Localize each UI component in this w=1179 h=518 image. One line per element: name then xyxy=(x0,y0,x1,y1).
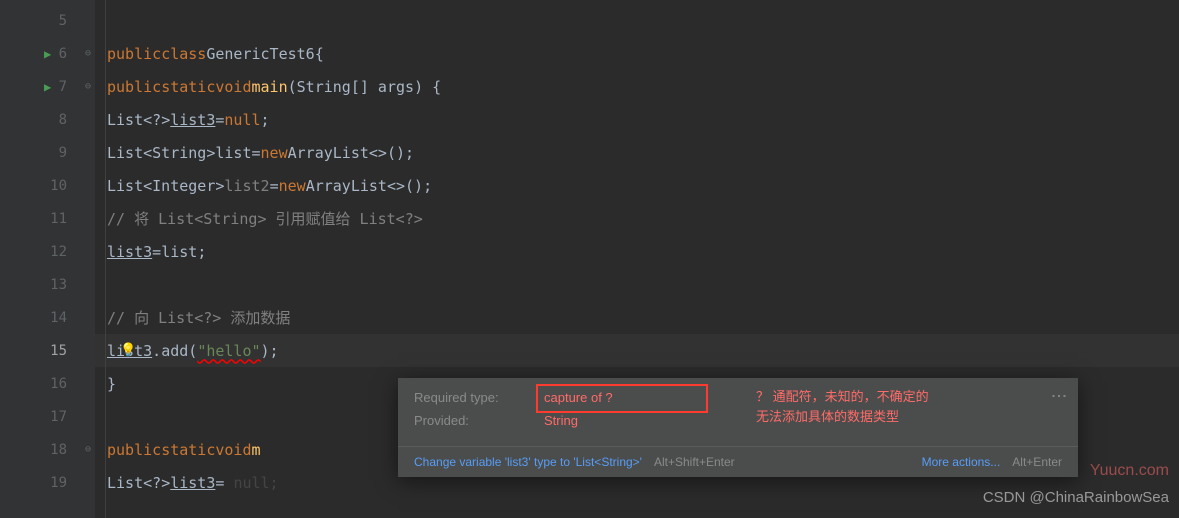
more-actions-link[interactable]: More actions... xyxy=(922,455,1001,469)
line-number: 10 xyxy=(50,178,67,194)
quickfix-link[interactable]: Change variable 'list3' type to 'List<St… xyxy=(414,455,642,469)
annotation-text: ？ 通配符，未知的，不确定的 无法添加具体的数据类型 xyxy=(756,387,929,426)
line-number: 16 xyxy=(50,376,67,392)
gutter-line: 10 xyxy=(0,169,95,202)
gutter-line: ▶ 7 ⊖ xyxy=(0,70,95,103)
code-line[interactable]: // 向 List<?> 添加数据 xyxy=(95,301,1179,334)
line-number: 7 xyxy=(59,79,67,95)
gutter-line: 14 xyxy=(0,301,95,334)
code-line[interactable]: 💡 list3.add("hello"); xyxy=(95,334,1179,367)
code-line[interactable]: public class GenericTest6 { xyxy=(95,37,1179,70)
code-line[interactable]: public static void main(String[] args) { xyxy=(95,70,1179,103)
gutter-line: 17 xyxy=(0,400,95,433)
code-line[interactable] xyxy=(95,4,1179,37)
fold-icon[interactable]: ⊖ xyxy=(85,444,91,455)
tooltip-label: Provided: xyxy=(414,413,544,428)
gutter-line: 11 xyxy=(0,202,95,235)
watermark: CSDN @ChinaRainbowSea xyxy=(983,489,1169,506)
line-number: 12 xyxy=(50,244,67,260)
line-number: 11 xyxy=(50,211,67,227)
line-number: 14 xyxy=(50,310,67,326)
run-icon[interactable]: ▶ xyxy=(44,47,51,61)
line-number: 5 xyxy=(59,13,67,29)
shortcut-hint: Alt+Enter xyxy=(1012,455,1062,469)
fold-icon[interactable]: ⊖ xyxy=(85,48,91,59)
gutter-line: 8 xyxy=(0,103,95,136)
error-tooltip: Required type: capture of ? Provided: St… xyxy=(398,378,1078,477)
gutter: 5 ▶ 6 ⊖ ▶ 7 ⊖ 8 9 10 11 12 13 14 15 16 17 18… xyxy=(0,0,95,518)
code-line[interactable] xyxy=(95,268,1179,301)
shortcut-hint: Alt+Shift+Enter xyxy=(654,455,735,469)
watermark: Yuucn.com xyxy=(1090,462,1169,480)
gutter-line: 16 xyxy=(0,367,95,400)
code-line[interactable]: List<Integer> list2 = new ArrayList<>(); xyxy=(95,169,1179,202)
tooltip-footer: Change variable 'list3' type to 'List<St… xyxy=(398,446,1078,477)
code-line[interactable]: list3 = list; xyxy=(95,235,1179,268)
line-number: 6 xyxy=(59,46,67,62)
line-number: 9 xyxy=(59,145,67,161)
error-bulb-icon[interactable]: 💡 xyxy=(120,343,136,358)
code-line[interactable]: List<?> list3 = null; xyxy=(95,103,1179,136)
line-number: 15 xyxy=(50,343,67,359)
gutter-line: 15 xyxy=(0,334,95,367)
line-number: 13 xyxy=(50,277,67,293)
gutter-line: ▶ 6 ⊖ xyxy=(0,37,95,70)
tooltip-label: Required type: xyxy=(414,390,544,405)
tooltip-provided-type: String xyxy=(544,413,578,428)
tooltip-required-type: capture of ? xyxy=(544,390,613,405)
gutter-line: 18 ⊖ xyxy=(0,433,95,466)
gutter-line: 9 xyxy=(0,136,95,169)
line-number: 8 xyxy=(59,112,67,128)
indent-guide xyxy=(105,0,106,518)
line-number: 17 xyxy=(50,409,67,425)
more-icon[interactable]: ⋮ xyxy=(1049,388,1068,404)
gutter-line: 13 xyxy=(0,268,95,301)
line-number: 19 xyxy=(50,475,67,491)
code-line[interactable]: // 将 List<String> 引用赋值给 List<?> xyxy=(95,202,1179,235)
gutter-line: 5 xyxy=(0,4,95,37)
run-icon[interactable]: ▶ xyxy=(44,80,51,94)
code-line[interactable]: List<String> list = new ArrayList<>(); xyxy=(95,136,1179,169)
line-number: 18 xyxy=(50,442,67,458)
error-span: "hello" xyxy=(197,342,260,360)
fold-icon[interactable]: ⊖ xyxy=(85,81,91,92)
gutter-line: 12 xyxy=(0,235,95,268)
gutter-line: 19 xyxy=(0,466,95,499)
